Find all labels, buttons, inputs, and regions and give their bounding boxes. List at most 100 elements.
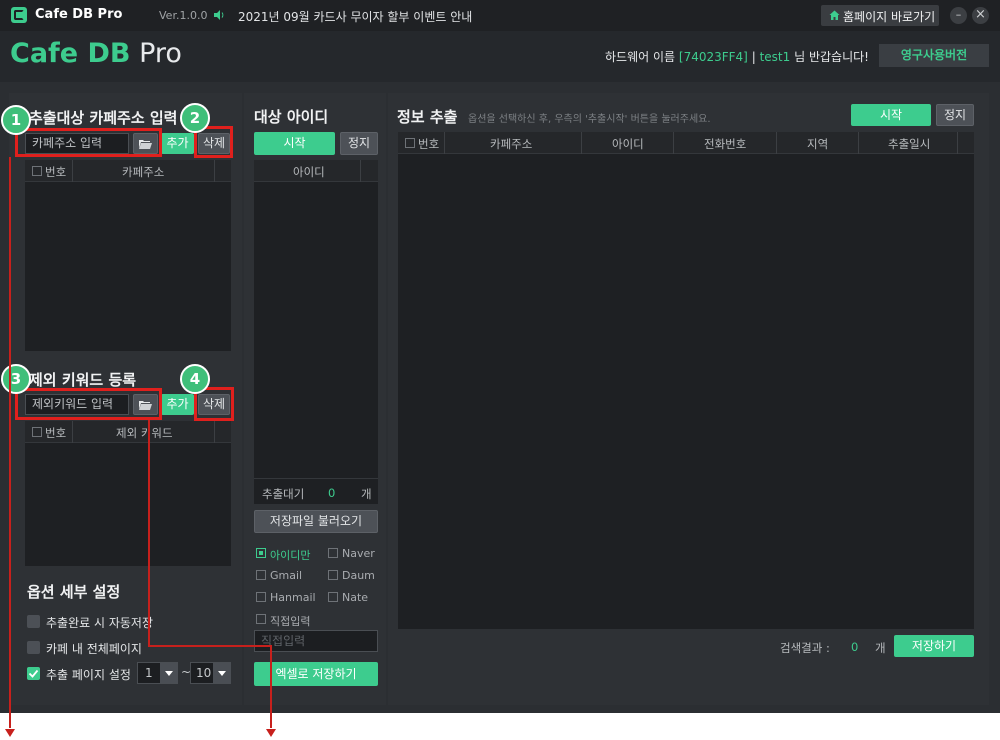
result-unit: 개 (875, 641, 886, 655)
col-result-datetime: 추출일시 (888, 137, 931, 151)
waiting-count: 0 (328, 486, 336, 500)
annotation-box-3 (15, 388, 162, 420)
annotation-line-3b (148, 645, 271, 647)
col-result-id: 아이디 (612, 137, 644, 151)
col-num: 번호 (45, 426, 67, 440)
naver-checkbox[interactable] (328, 548, 338, 558)
annotation-badge-1: 1 (1, 105, 31, 135)
target-id-list: 아이디 추출대기 0 개 (254, 160, 378, 504)
app-icon (11, 7, 27, 23)
close-button[interactable]: × (972, 7, 989, 24)
user-id: test1 (759, 50, 791, 64)
page-from-select[interactable]: 1 (137, 662, 178, 684)
id-only-checkbox[interactable] (256, 548, 266, 558)
annotation-badge-2: 2 (180, 103, 210, 133)
cafe-list-header: 번호 카페주소 (25, 160, 231, 182)
target-stop-button[interactable]: 정지 (340, 132, 378, 155)
hanmail-label: Hanmail (270, 591, 316, 604)
arrow-down-icon (5, 726, 15, 737)
keyword-section-title: 제외 키워드 등록 (29, 371, 137, 389)
extract-stop-button[interactable]: 정지 (936, 104, 974, 126)
target-start-button[interactable]: 시작 (254, 132, 335, 155)
save-button[interactable]: 저장하기 (894, 635, 974, 657)
col-result-region: 지역 (807, 137, 829, 151)
hanmail-checkbox[interactable] (256, 592, 266, 602)
brand-bar: Cafe DB Pro 하드웨어 이름 [74023FF4] | test1 님… (0, 31, 1000, 82)
info-extract-title: 정보 추출 (397, 108, 458, 126)
result-count: 0 (851, 640, 859, 654)
user-info: 하드웨어 이름 [74023FF4] | test1 님 반갑습니다! (605, 48, 869, 65)
minimize-button[interactable]: – (950, 7, 967, 24)
cafe-list: 번호 카페주소 (25, 160, 231, 351)
nate-label: Nate (342, 591, 369, 604)
gmail-label: Gmail (270, 569, 303, 582)
keyword-select-all-checkbox[interactable] (32, 427, 42, 437)
license-button[interactable]: 영구사용버전 (879, 44, 989, 67)
allpages-checkbox[interactable] (27, 641, 40, 654)
daum-checkbox[interactable] (328, 570, 338, 580)
allpages-label: 카페 내 전체페이지 (46, 642, 142, 656)
info-extract-hint: 옵션을 선택하신 후, 우측의 '추출시작' 버튼을 눌러주세요. (468, 114, 711, 125)
col-result-cafe: 카페주소 (490, 137, 533, 151)
waiting-bar: 추출대기 0 개 (254, 478, 378, 504)
title-bar: Cafe DB Pro Ver.1.0.0 2021년 09월 카드사 무이자 … (0, 0, 1000, 31)
direct-input-label: 직접입력 (270, 615, 311, 628)
target-id-title: 대상 아이디 (254, 108, 329, 126)
naver-label: Naver (342, 547, 375, 560)
daum-label: Daum (342, 569, 375, 582)
col-id: 아이디 (293, 165, 325, 179)
annotation-line-1 (9, 157, 11, 713)
chevron-down-icon (160, 663, 178, 683)
cafe-section-title: 추출대상 카페주소 입력 (29, 109, 178, 127)
excel-save-button[interactable]: 엑셀로 저장하기 (254, 662, 378, 686)
page-to-select[interactable]: 10 (190, 662, 231, 684)
extract-start-button[interactable]: 시작 (851, 104, 931, 126)
autosave-checkbox[interactable] (27, 615, 40, 628)
cafe-add-button[interactable]: 추가 (161, 133, 194, 154)
arrow-down-icon (266, 726, 276, 737)
logo: Cafe DB Pro (10, 38, 182, 69)
nate-checkbox[interactable] (328, 592, 338, 602)
direct-input-field[interactable]: 직접입력 (254, 630, 378, 652)
annotation-line-3a (148, 420, 150, 646)
col-result-num: 번호 (418, 137, 440, 151)
col-cafe-url: 카페주소 (122, 165, 165, 179)
home-button[interactable]: 홈페이지 바로가기 (821, 5, 939, 26)
app-name: Cafe DB Pro (35, 7, 123, 22)
result-table-header: 번호 카페주소 아이디 전화번호 지역 추출일시 (398, 132, 974, 154)
col-num: 번호 (45, 165, 67, 179)
gmail-checkbox[interactable] (256, 570, 266, 580)
hw-id: [74023FF4] (678, 50, 748, 64)
target-id-header: 아이디 (254, 160, 378, 182)
direct-input-checkbox[interactable] (256, 614, 266, 624)
page-range-checkbox[interactable] (27, 667, 40, 680)
home-icon (829, 10, 840, 21)
check-icon (28, 668, 39, 679)
logo-cafe: Cafe (10, 38, 79, 69)
speaker-icon (213, 9, 225, 21)
keyword-list: 번호 제외 키워드 (25, 421, 231, 566)
load-file-button[interactable]: 저장파일 불러오기 (254, 510, 378, 533)
waiting-label: 추출대기 (262, 487, 305, 501)
autosave-label: 추출완료 시 자동저장 (46, 616, 153, 630)
event-notice[interactable]: 2021년 09월 카드사 무이자 할부 이벤트 안내 (238, 8, 472, 25)
col-keyword: 제외 키워드 (116, 426, 173, 440)
annotation-badge-4: 4 (180, 364, 210, 394)
options-section-title: 옵션 세부 설정 (27, 583, 121, 601)
version-label: Ver.1.0.0 (159, 9, 208, 22)
annotation-line-3c (270, 645, 272, 713)
result-select-all-checkbox[interactable] (405, 138, 415, 148)
cafe-select-all-checkbox[interactable] (32, 166, 42, 176)
app-window: Cafe DB Pro Ver.1.0.0 2021년 09월 카드사 무이자 … (0, 0, 1000, 713)
divider: | (751, 50, 756, 64)
waiting-unit: 개 (361, 487, 372, 501)
logo-db: DB (78, 38, 131, 69)
page-to-value: 10 (196, 666, 212, 680)
result-label: 검색결과 : (780, 641, 830, 655)
greeting: 님 반갑습니다! (794, 50, 869, 64)
chevron-down-icon (213, 663, 231, 683)
logo-pro: Pro (130, 38, 182, 69)
home-button-label: 홈페이지 바로가기 (843, 10, 936, 24)
keyword-add-button[interactable]: 추가 (161, 394, 194, 415)
hw-label: 하드웨어 이름 (605, 50, 676, 64)
